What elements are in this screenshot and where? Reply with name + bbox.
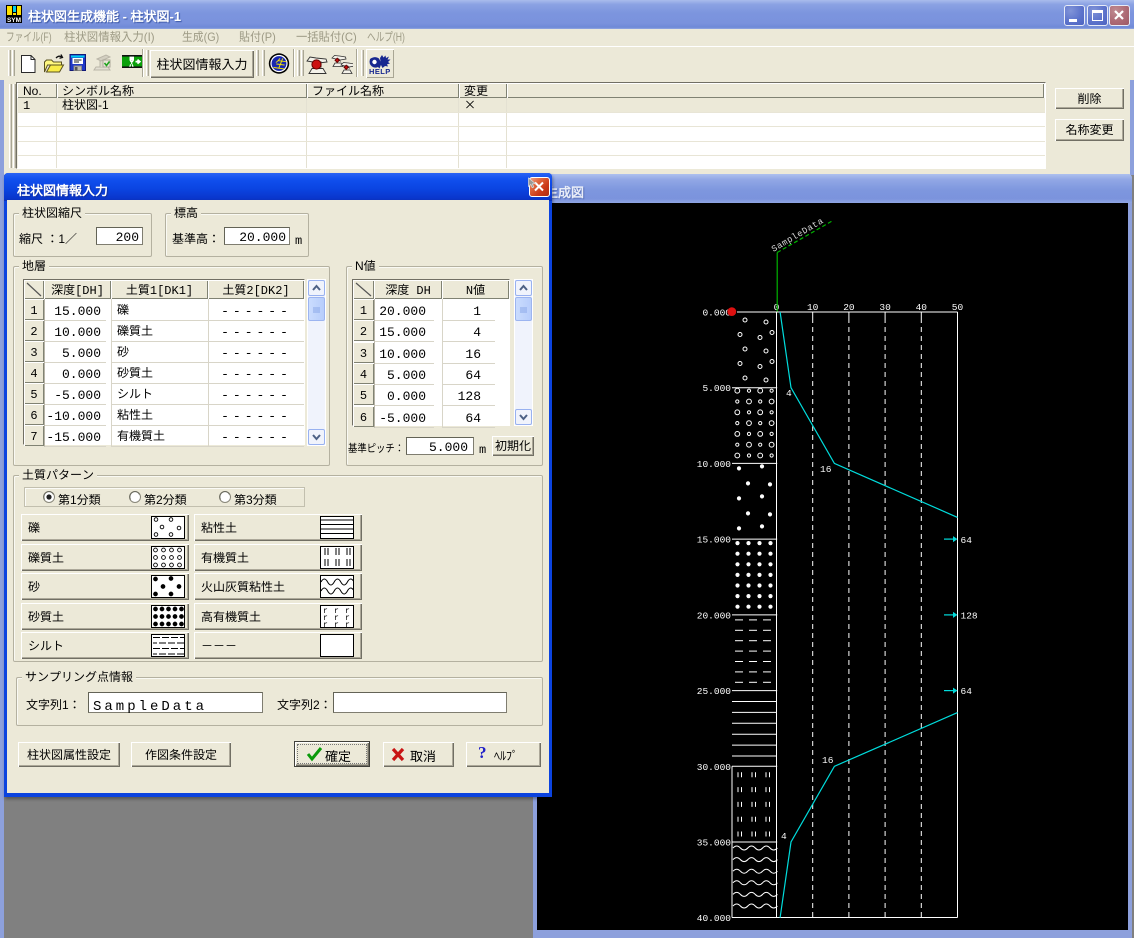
svg-text:20.000: 20.000	[697, 610, 732, 621]
svg-text:16: 16	[822, 755, 834, 766]
svg-text:128: 128	[961, 611, 978, 622]
svg-text:r: r	[334, 621, 339, 628]
svg-text:35.000: 35.000	[697, 838, 732, 849]
svg-text:r: r	[323, 621, 328, 628]
svg-text:SYM: SYM	[7, 17, 21, 23]
svg-text:10.000: 10.000	[697, 459, 732, 470]
svg-text:HELP: HELP	[369, 67, 391, 76]
svg-text:4: 4	[786, 388, 792, 399]
svg-text:20: 20	[843, 302, 855, 313]
svg-text:5.000: 5.000	[702, 383, 731, 394]
svg-text:40: 40	[916, 302, 928, 313]
svg-text:30: 30	[879, 302, 891, 313]
svg-text:40.000: 40.000	[697, 913, 732, 924]
svg-text:10: 10	[807, 302, 819, 313]
svg-text:4: 4	[781, 831, 787, 842]
svg-text:16: 16	[820, 464, 832, 475]
svg-text:SampleData: SampleData	[770, 216, 826, 254]
svg-text:50: 50	[952, 302, 964, 313]
svg-text:30.000: 30.000	[697, 762, 732, 773]
svg-text:r: r	[345, 621, 350, 628]
svg-text:64: 64	[961, 686, 973, 697]
svg-text:25.000: 25.000	[697, 686, 732, 697]
svg-text:0.000: 0.000	[702, 308, 731, 319]
svg-text:15.000: 15.000	[697, 535, 732, 546]
svg-text:64: 64	[961, 535, 973, 546]
